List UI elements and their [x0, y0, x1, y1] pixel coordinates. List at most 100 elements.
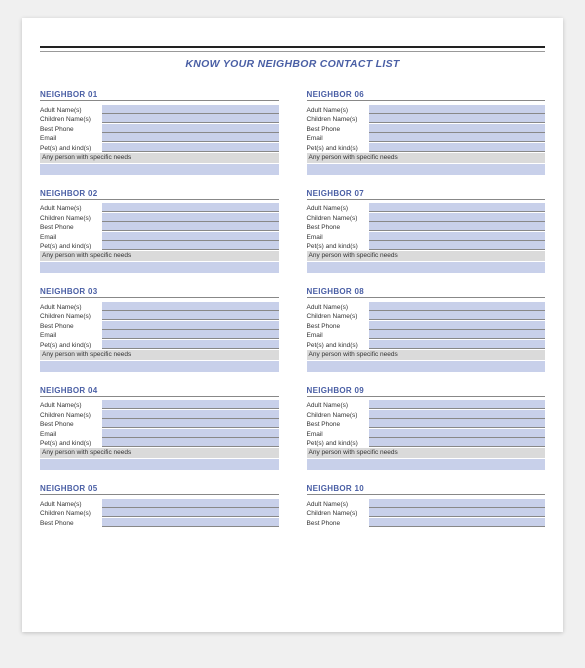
needs-label: Any person with specific needs	[40, 251, 279, 261]
field-label: Adult Name(s)	[307, 107, 369, 114]
field-fill-line	[369, 410, 546, 419]
field-row: Children Name(s)	[40, 114, 279, 124]
needs-fill-space	[40, 262, 279, 273]
field-label: Best Phone	[307, 224, 369, 231]
field-fill-line	[369, 311, 546, 320]
neighbor-card: NEIGHBOR 06 Adult Name(s) Children Name(s)…	[307, 90, 546, 175]
neighbor-header: NEIGHBOR 09	[307, 386, 546, 397]
field-label: Adult Name(s)	[40, 501, 102, 508]
field-fill-line	[102, 213, 279, 222]
field-row: Pet(s) and kind(s)	[307, 339, 546, 349]
field-label: Email	[307, 135, 369, 142]
neighbor-header: NEIGHBOR 10	[307, 484, 546, 495]
field-fill-line	[369, 518, 546, 527]
field-label: Email	[307, 234, 369, 241]
neighbor-header: NEIGHBOR 06	[307, 90, 546, 101]
field-row: Best Phone	[307, 419, 546, 429]
field-label: Pet(s) and kind(s)	[40, 243, 102, 250]
title-rule	[40, 46, 545, 52]
field-fill-line	[102, 232, 279, 241]
field-fill-line	[102, 203, 279, 212]
field-row: Email	[40, 428, 279, 438]
field-fill-line	[369, 213, 546, 222]
field-row: Children Name(s)	[40, 508, 279, 518]
field-row: Children Name(s)	[307, 508, 546, 518]
field-row: Children Name(s)	[307, 114, 546, 124]
field-label: Best Phone	[40, 520, 102, 527]
needs-label: Any person with specific needs	[40, 448, 279, 458]
field-fill-line	[102, 429, 279, 438]
field-row: Adult Name(s)	[307, 203, 546, 213]
field-label: Email	[307, 431, 369, 438]
field-row: Best Phone	[40, 123, 279, 133]
field-label: Pet(s) and kind(s)	[307, 145, 369, 152]
field-row: Email	[307, 231, 546, 241]
field-fill-line	[369, 105, 546, 114]
neighbor-header: NEIGHBOR 01	[40, 90, 279, 101]
field-label: Adult Name(s)	[40, 107, 102, 114]
neighbor-card: NEIGHBOR 10Adult Name(s)Children Name(s)…	[307, 484, 546, 527]
field-label: Pet(s) and kind(s)	[307, 440, 369, 447]
field-row: Adult Name(s)	[40, 203, 279, 213]
field-row: Adult Name(s)	[40, 400, 279, 410]
neighbor-card: NEIGHBOR 03Adult Name(s)Children Name(s)…	[40, 287, 279, 372]
needs-fill-space	[40, 164, 279, 175]
field-label: Email	[307, 332, 369, 339]
field-row: Adult Name(s)	[40, 104, 279, 114]
neighbor-card: NEIGHBOR 04 Adult Name(s)Children Name(s)…	[40, 386, 279, 471]
needs-fill-space	[307, 459, 546, 470]
needs-fill-space	[307, 262, 546, 273]
neighbor-header: NEIGHBOR 02	[40, 189, 279, 200]
field-fill-line	[369, 203, 546, 212]
neighbor-card: NEIGHBOR 05Adult Name(s)Children Name(s)…	[40, 484, 279, 527]
field-label: Best Phone	[307, 520, 369, 527]
field-fill-line	[369, 222, 546, 231]
field-row: Children Name(s)	[40, 212, 279, 222]
field-fill-line	[102, 330, 279, 339]
field-fill-line	[369, 124, 546, 133]
field-row: Children Name(s)	[40, 409, 279, 419]
document-title: KNOW YOUR NEIGHBOR CONTACT LIST	[40, 58, 545, 70]
field-fill-line	[102, 518, 279, 527]
field-fill-line	[102, 438, 279, 447]
needs-label: Any person with specific needs	[307, 153, 546, 163]
needs-label: Any person with specific needs	[40, 153, 279, 163]
field-row: Adult Name(s)	[40, 301, 279, 311]
field-fill-line	[369, 438, 546, 447]
neighbor-header: NEIGHBOR 04	[40, 386, 279, 397]
needs-fill-space	[307, 361, 546, 372]
field-fill-line	[102, 133, 279, 142]
field-row: Email	[40, 133, 279, 143]
field-label: Adult Name(s)	[40, 304, 102, 311]
field-fill-line	[369, 232, 546, 241]
field-label: Pet(s) and kind(s)	[40, 342, 102, 349]
left-column: NEIGHBOR 01Adult Name(s)Children Name(s)…	[40, 90, 279, 527]
field-fill-line	[369, 508, 546, 517]
field-row: Best Phone	[307, 123, 546, 133]
field-label: Children Name(s)	[307, 116, 369, 123]
field-label: Best Phone	[40, 224, 102, 231]
field-row: Children Name(s)	[307, 212, 546, 222]
field-fill-line	[369, 340, 546, 349]
field-fill-line	[102, 311, 279, 320]
field-fill-line	[102, 241, 279, 250]
neighbor-card: NEIGHBOR 08Adult Name(s)Children Name(s)…	[307, 287, 546, 372]
field-label: Children Name(s)	[307, 412, 369, 419]
field-row: Pet(s) and kind(s)	[40, 142, 279, 152]
neighbor-card: NEIGHBOR 02 Adult Name(s)Children Name(s)…	[40, 189, 279, 274]
field-label: Email	[40, 332, 102, 339]
field-row: Email	[307, 330, 546, 340]
needs-fill-space	[307, 164, 546, 175]
field-fill-line	[102, 400, 279, 409]
needs-label: Any person with specific needs	[307, 448, 546, 458]
field-label: Children Name(s)	[307, 215, 369, 222]
field-fill-line	[369, 330, 546, 339]
field-fill-line	[369, 429, 546, 438]
field-row: Best Phone	[40, 320, 279, 330]
field-row: Pet(s) and kind(s)	[40, 438, 279, 448]
needs-fill-space	[40, 459, 279, 470]
neighbor-header: NEIGHBOR 03	[40, 287, 279, 298]
needs-label: Any person with specific needs	[307, 350, 546, 360]
field-label: Best Phone	[40, 126, 102, 133]
field-row: Pet(s) and kind(s)	[307, 438, 546, 448]
